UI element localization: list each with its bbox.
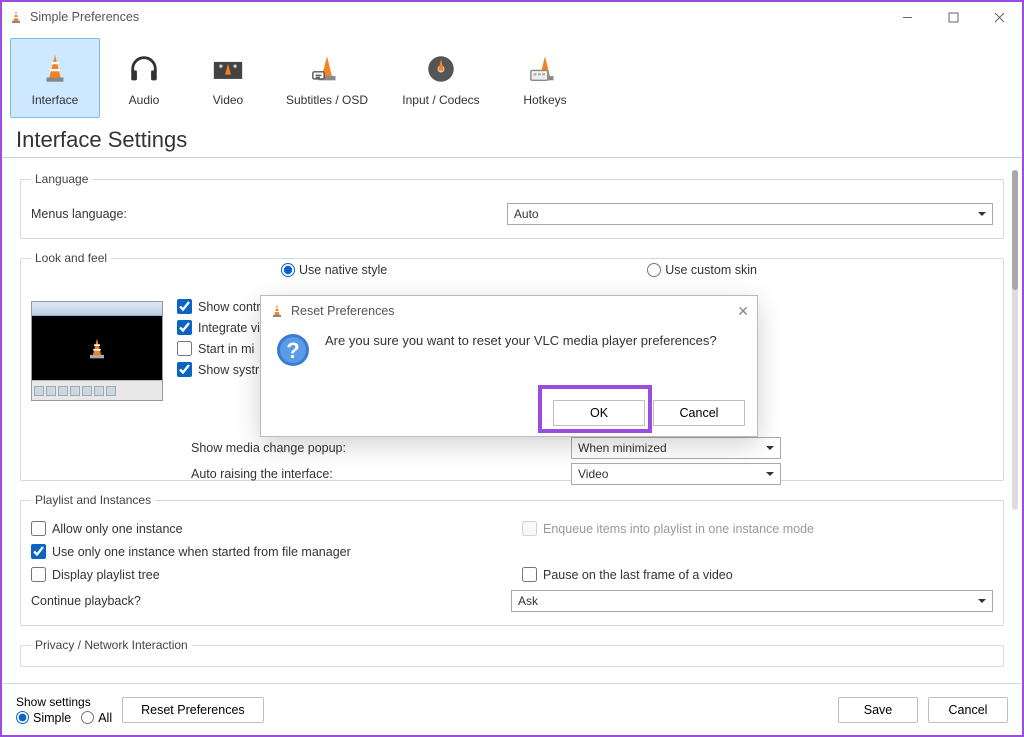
- tab-input-codecs[interactable]: Input / Codecs: [386, 38, 496, 118]
- native-style-radio[interactable]: Use native style: [281, 263, 387, 277]
- language-group: Language Menus language: Auto: [20, 172, 1004, 239]
- title-bar: Simple Preferences: [2, 2, 1022, 32]
- save-button[interactable]: Save: [838, 697, 918, 723]
- playlist-group: Playlist and Instances Allow only one in…: [20, 493, 1004, 626]
- reset-preferences-button[interactable]: Reset Preferences: [122, 697, 264, 723]
- minimize-button[interactable]: [884, 2, 930, 32]
- tab-label: Audio: [129, 93, 160, 107]
- tab-label: Subtitles / OSD: [286, 93, 368, 107]
- content-scrollbar[interactable]: [1012, 170, 1018, 510]
- allow-one-instance-checkbox[interactable]: Allow only one instance: [31, 521, 502, 536]
- page-title: Interface Settings: [2, 119, 1022, 158]
- keyboard-icon: [525, 49, 565, 89]
- maximize-button[interactable]: [930, 2, 976, 32]
- enqueue-checkbox: Enqueue items into playlist in one insta…: [522, 521, 993, 536]
- all-radio[interactable]: All: [81, 711, 112, 725]
- close-button[interactable]: [976, 2, 1022, 32]
- svg-text:?: ?: [286, 338, 299, 363]
- show-settings-label: Show settings: [16, 695, 112, 709]
- dialog-ok-button[interactable]: OK: [553, 400, 645, 426]
- preference-tabs: Interface Audio Video Subtitles / OSD In…: [2, 32, 1022, 119]
- headphones-icon: [124, 49, 164, 89]
- continue-playback-label: Continue playback?: [31, 594, 511, 608]
- tab-hotkeys[interactable]: Hotkeys: [500, 38, 590, 118]
- cone-icon: [35, 49, 75, 89]
- auto-raise-label: Auto raising the interface:: [191, 467, 571, 481]
- group-legend: Playlist and Instances: [31, 493, 155, 507]
- group-legend: Privacy / Network Interaction: [31, 638, 192, 652]
- menus-language-select[interactable]: Auto: [507, 203, 993, 225]
- group-legend: Language: [31, 172, 92, 186]
- privacy-group: Privacy / Network Interaction: [20, 638, 1004, 667]
- footer: Show settings Simple All Reset Preferenc…: [2, 683, 1022, 735]
- tab-label: Input / Codecs: [402, 93, 479, 107]
- tab-audio[interactable]: Audio: [104, 38, 184, 118]
- menus-language-label: Menus language:: [31, 207, 127, 221]
- reset-confirm-dialog: Reset Preferences ✕ ? Are you sure you w…: [260, 295, 758, 437]
- tab-video[interactable]: Video: [188, 38, 268, 118]
- one-instance-fm-checkbox[interactable]: Use only one instance when started from …: [31, 544, 993, 559]
- group-legend: Look and feel: [31, 251, 111, 265]
- pause-last-frame-checkbox[interactable]: Pause on the last frame of a video: [522, 567, 993, 582]
- window-title: Simple Preferences: [30, 10, 139, 24]
- subtitles-icon: [307, 49, 347, 89]
- tab-label: Hotkeys: [523, 93, 566, 107]
- media-popup-label: Show media change popup:: [191, 441, 571, 455]
- media-popup-select[interactable]: When minimized: [571, 437, 781, 459]
- dialog-message: Are you sure you want to reset your VLC …: [325, 332, 717, 368]
- film-reel-icon: [208, 49, 248, 89]
- tab-subtitles[interactable]: Subtitles / OSD: [272, 38, 382, 118]
- codec-icon: [421, 49, 461, 89]
- dialog-title: Reset Preferences: [291, 304, 395, 318]
- vlc-icon: [8, 9, 24, 25]
- display-tree-checkbox[interactable]: Display playlist tree: [31, 567, 502, 582]
- dialog-cancel-button[interactable]: Cancel: [653, 400, 745, 426]
- question-icon: ?: [275, 332, 311, 368]
- custom-skin-radio[interactable]: Use custom skin: [647, 263, 757, 277]
- continue-playback-select[interactable]: Ask: [511, 590, 993, 612]
- dialog-close-button[interactable]: ✕: [737, 303, 749, 320]
- tab-interface[interactable]: Interface: [10, 38, 100, 118]
- cancel-button[interactable]: Cancel: [928, 697, 1008, 723]
- auto-raise-select[interactable]: Video: [571, 463, 781, 485]
- simple-radio[interactable]: Simple: [16, 711, 71, 725]
- vlc-icon: [269, 303, 285, 319]
- tab-label: Interface: [32, 93, 79, 107]
- tab-label: Video: [213, 93, 243, 107]
- skin-preview: [31, 301, 163, 401]
